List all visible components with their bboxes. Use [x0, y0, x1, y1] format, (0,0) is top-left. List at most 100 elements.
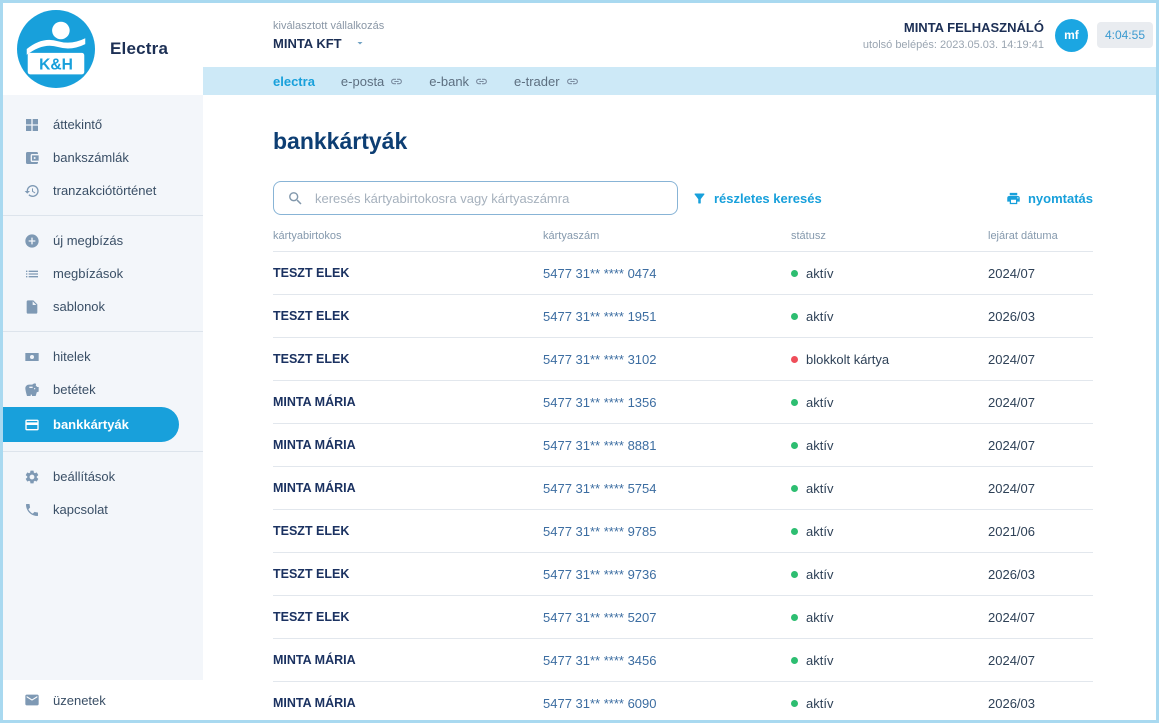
table-row[interactable]: MINTA MÁRIA 5477 31** **** 5754 aktív 20… — [273, 467, 1093, 510]
sidebar-item-bankszamlak[interactable]: bankszámlák — [3, 142, 203, 173]
card-status: aktív — [791, 567, 988, 582]
card-holder: TESZT ELEK — [273, 610, 543, 624]
tab-e-bank[interactable]: e-bank — [429, 74, 488, 89]
tab-e-posta[interactable]: e-posta — [341, 74, 403, 89]
status-dot-icon — [791, 571, 798, 578]
sidebar-item-label: bankszámlák — [53, 150, 129, 165]
status-dot-icon — [791, 485, 798, 492]
table-row[interactable]: MINTA MÁRIA 5477 31** **** 6090 aktív 20… — [273, 682, 1093, 720]
sidebar-item-attekinto[interactable]: áttekintő — [3, 109, 203, 140]
banknote-icon — [24, 349, 40, 365]
sidebar-item-label: tranzakciótörténet — [53, 183, 156, 198]
document-icon — [24, 299, 40, 315]
tab-label: e-posta — [341, 74, 384, 89]
search-toolbar: részletes keresés nyomtatás — [273, 181, 1093, 215]
card-status: blokkolt kártya — [791, 352, 988, 367]
status-label: aktív — [806, 653, 833, 668]
card-number: 5477 31** **** 1356 — [543, 395, 791, 410]
company-selector[interactable]: kiválasztott vállalkozás MINTA KFT — [273, 20, 384, 51]
card-holder: TESZT ELEK — [273, 266, 543, 280]
status-label: aktív — [806, 567, 833, 582]
table-row[interactable]: TESZT ELEK 5477 31** **** 9736 aktív 202… — [273, 553, 1093, 596]
advanced-search-button[interactable]: részletes keresés — [692, 191, 822, 206]
card-number: 5477 31** **** 8881 — [543, 438, 791, 453]
table-row[interactable]: TESZT ELEK 5477 31** **** 5207 aktív 202… — [273, 596, 1093, 639]
sidebar-item-hitelek[interactable]: hitelek — [3, 341, 203, 372]
sidebar-item-uzenetek[interactable]: üzenetek — [3, 680, 203, 720]
status-dot-icon — [791, 356, 798, 363]
card-expiry: 2024/07 — [988, 438, 1093, 453]
avatar[interactable]: mf — [1055, 19, 1088, 52]
printer-icon — [1006, 191, 1021, 206]
column-header-lejarat-datuma: lejárat dátuma — [988, 230, 1093, 242]
table-row[interactable]: MINTA MÁRIA 5477 31** **** 1356 aktív 20… — [273, 381, 1093, 424]
search-icon — [287, 190, 304, 207]
card-holder: MINTA MÁRIA — [273, 395, 543, 409]
status-label: aktív — [806, 266, 833, 281]
sidebar-item-label: új megbízás — [53, 233, 123, 248]
sidebar-item-uj-megbizas[interactable]: új megbízás — [3, 225, 203, 256]
card-holder: MINTA MÁRIA — [273, 696, 543, 710]
envelope-icon — [24, 692, 40, 708]
card-holder: TESZT ELEK — [273, 567, 543, 581]
card-expiry: 2024/07 — [988, 481, 1093, 496]
card-holder: MINTA MÁRIA — [273, 481, 543, 495]
sidebar-item-megbizasok[interactable]: megbízások — [3, 258, 203, 289]
status-label: aktív — [806, 481, 833, 496]
card-expiry: 2021/06 — [988, 524, 1093, 539]
kh-logo-icon: K&H — [17, 10, 95, 88]
svg-text:K&H: K&H — [39, 56, 73, 73]
sidebar-item-bankkartyak[interactable]: bankkártyák — [3, 407, 179, 442]
table-header-row: kártyabirtokos kártyaszám státusz lejára… — [273, 230, 1093, 252]
card-status: aktív — [791, 696, 988, 711]
company-selector-label: kiválasztott vállalkozás — [273, 20, 384, 32]
sidebar-item-sablonok[interactable]: sablonok — [3, 291, 203, 322]
status-label: blokkolt kártya — [806, 352, 889, 367]
brand-area: K&H Electra — [3, 3, 203, 95]
status-label: aktív — [806, 610, 833, 625]
gear-icon — [24, 469, 40, 485]
card-number: 5477 31** **** 5207 — [543, 610, 791, 625]
table-row[interactable]: TESZT ELEK 5477 31** **** 3102 blokkolt … — [273, 338, 1093, 381]
history-icon — [24, 183, 40, 199]
card-number: 5477 31** **** 1951 — [543, 309, 791, 324]
sidebar-item-label: üzenetek — [53, 693, 106, 708]
sidebar-item-betetek[interactable]: betétek — [3, 374, 203, 405]
status-label: aktív — [806, 309, 833, 324]
card-status: aktív — [791, 395, 988, 410]
print-button[interactable]: nyomtatás — [1006, 191, 1093, 206]
phone-icon — [24, 502, 40, 518]
table-row[interactable]: TESZT ELEK 5477 31** **** 0474 aktív 202… — [273, 252, 1093, 295]
sidebar-divider — [3, 451, 203, 452]
status-dot-icon — [791, 614, 798, 621]
advanced-search-label: részletes keresés — [714, 191, 822, 206]
external-link-icon — [475, 75, 488, 88]
sidebar-divider — [3, 331, 203, 332]
sidebar-item-beallitasok[interactable]: beállítások — [3, 461, 203, 492]
table-row[interactable]: MINTA MÁRIA 5477 31** **** 8881 aktív 20… — [273, 424, 1093, 467]
table-row[interactable]: TESZT ELEK 5477 31** **** 9785 aktív 202… — [273, 510, 1093, 553]
search-input[interactable] — [315, 191, 664, 206]
sidebar-item-label: sablonok — [53, 299, 105, 314]
card-status: aktív — [791, 438, 988, 453]
card-number: 5477 31** **** 3102 — [543, 352, 791, 367]
tab-e-trader[interactable]: e-trader — [514, 74, 579, 89]
search-box — [273, 181, 678, 215]
card-status: aktív — [791, 524, 988, 539]
status-dot-icon — [791, 270, 798, 277]
table-row[interactable]: TESZT ELEK 5477 31** **** 1951 aktív 202… — [273, 295, 1093, 338]
external-link-icon — [390, 75, 403, 88]
card-status: aktív — [791, 481, 988, 496]
card-number: 5477 31** **** 3456 — [543, 653, 791, 668]
sidebar-item-tranzakciotortenet[interactable]: tranzakciótörténet — [3, 175, 203, 206]
plus-circle-icon — [24, 233, 40, 249]
table-row[interactable]: MINTA MÁRIA 5477 31** **** 3456 aktív 20… — [273, 639, 1093, 682]
card-status: aktív — [791, 653, 988, 668]
channel-tabbar: electra e-posta e-bank e-trader — [203, 67, 1156, 95]
electra-app-window: K&H Electra áttekintő bankszámlák — [0, 0, 1159, 723]
filter-funnel-icon — [692, 191, 707, 206]
card-expiry: 2026/03 — [988, 309, 1093, 324]
tab-electra[interactable]: electra — [273, 74, 315, 89]
sidebar-item-kapcsolat[interactable]: kapcsolat — [3, 494, 203, 525]
top-bar: kiválasztott vállalkozás MINTA KFT MINTA… — [203, 3, 1156, 67]
